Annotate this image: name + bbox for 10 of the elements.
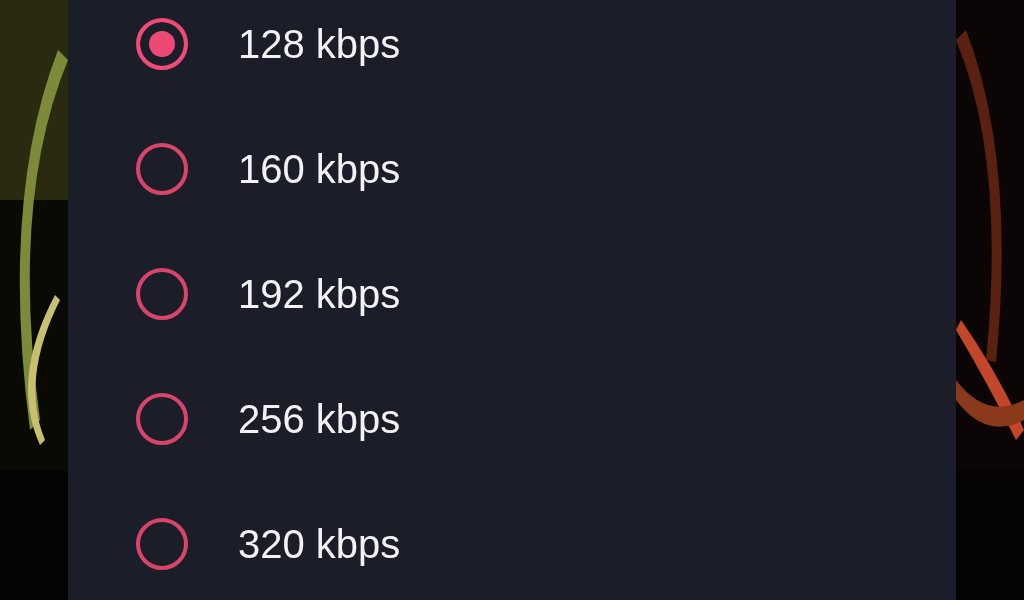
- option-label: 256 kbps: [238, 396, 401, 442]
- option-label: 192 kbps: [238, 271, 401, 317]
- option-label: 128 kbps: [238, 21, 401, 67]
- option-label: 320 kbps: [238, 521, 401, 567]
- radio-button[interactable]: [136, 393, 188, 445]
- radio-button[interactable]: [136, 518, 188, 570]
- radio-button[interactable]: [136, 268, 188, 320]
- radio-button[interactable]: [136, 143, 188, 195]
- option-label: 160 kbps: [238, 146, 401, 192]
- radio-button[interactable]: [136, 18, 188, 70]
